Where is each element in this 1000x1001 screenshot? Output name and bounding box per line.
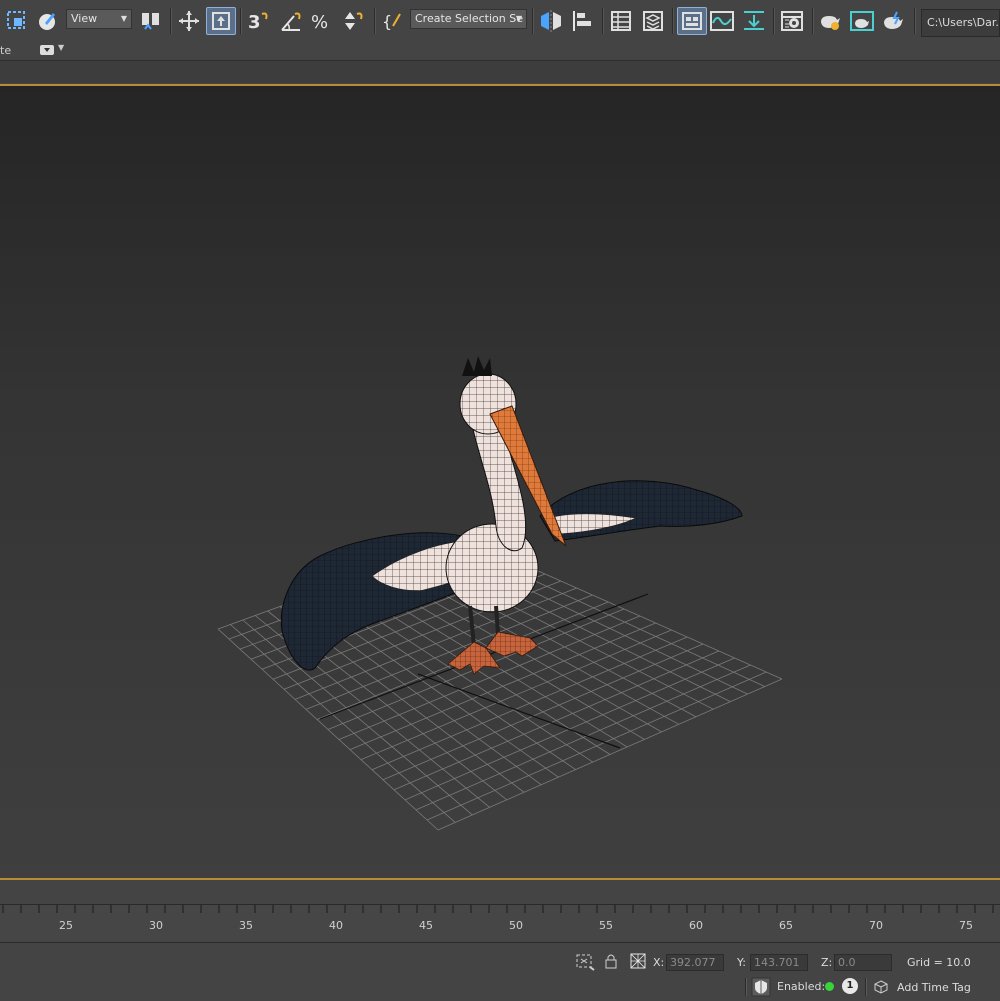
secondary-bar-label: te [0,44,12,57]
grid-line [426,671,767,821]
select-region-icon[interactable] [4,7,30,35]
tick-label: 30 [149,919,163,932]
toolbar-separator [672,8,674,34]
scene-explorer-icon[interactable] [608,7,634,35]
toolbar-separator [773,8,775,34]
z-coord-label: Z: [821,956,833,969]
status-separator [865,978,867,996]
track-bar[interactable]: 25 30 35 40 45 50 55 60 65 70 75 [0,904,1000,941]
toolbar-separator [240,8,242,34]
align-icon[interactable] [570,7,596,35]
toolbar-separator [812,8,814,34]
paint-select-icon[interactable] [34,7,60,35]
selection-set-label: Create Selection Se [415,12,523,25]
y-coord-field[interactable]: 143.701 [750,954,808,971]
tick-label: 60 [689,919,703,932]
lock-icon[interactable] [604,953,618,972]
left-wing [280,532,471,671]
main-toolbar: View ▼ 3 % { Create Selection Se ▼ C:\Us… [0,0,1000,43]
angle-snap-icon[interactable] [278,7,304,35]
z-coord-field[interactable]: 0.0 [834,954,892,971]
render-setup-icon[interactable] [817,7,843,35]
svg-text:%: % [311,12,328,33]
tick-label: 70 [869,919,883,932]
toolbar-separator [602,8,604,34]
tick-label: 45 [419,919,433,932]
status-bar: X: 392.077 Y: 143.701 Z: 0.0 Grid = 10.0… [0,942,1000,1001]
status-separator [745,978,747,996]
rendered-frame-icon[interactable] [849,7,875,35]
toolbar-separator [374,8,376,34]
x-coord-field[interactable]: 392.077 [666,954,724,971]
tick-label: 35 [239,919,253,932]
curve-editor-icon[interactable] [709,7,735,35]
perspective-viewport[interactable] [0,84,1000,880]
svg-text:3: 3 [248,12,261,33]
tick-label: 65 [779,919,793,932]
track-bar-ticks [2,905,994,913]
layer-explorer-icon[interactable] [640,7,666,35]
project-path-text: C:\Users\Dar... [927,16,1000,29]
grid-axis-y [417,673,621,749]
toolbar-separator [532,8,534,34]
enabled-status-dot [825,982,834,991]
isolate-selection-icon[interactable] [575,953,595,974]
view-dropdown-label: View [71,12,98,25]
y-coord-label: Y: [737,956,746,969]
viewport-label-strip [0,60,1000,83]
x-coord-label: X: [653,956,665,969]
dropdown-toggle-icon[interactable] [40,45,54,55]
selection-set-dropdown[interactable]: Create Selection Se ▼ [410,9,527,29]
tick-label: 40 [329,919,343,932]
secondary-bar: te ▼ [0,42,1000,60]
viewport-scene [217,356,783,831]
time-slider-area: 25 30 35 40 45 50 55 60 65 70 75 [0,882,1000,941]
material-editor-icon[interactable] [779,7,805,35]
time-tag-icon[interactable] [874,980,888,997]
select-and-link-icon[interactable] [138,7,164,35]
toolbar-separator [914,8,916,34]
chevron-down-icon[interactable]: ▼ [58,43,64,52]
tick-label: 25 [59,919,73,932]
left-leg [468,605,476,647]
snap-3d-icon[interactable]: 3 [246,7,272,35]
tick-label: 75 [959,919,973,932]
pelican-crest [462,356,492,376]
view-dropdown[interactable]: View ▼ [66,9,132,29]
right-leg [494,605,500,635]
grid-line [437,678,783,831]
absolute-mode-icon[interactable] [630,953,646,972]
spinner-snap-icon[interactable] [341,7,367,35]
project-path-field[interactable]: C:\Users\Dar... [921,9,1000,37]
adaptive-degradation-icon[interactable] [751,977,771,1000]
move-icon[interactable] [176,7,202,35]
grid-size-label: Grid = 10.0 [907,956,971,969]
enabled-label: Enabled: [777,980,826,993]
percent-snap-icon[interactable]: % [310,7,336,35]
notification-badge[interactable]: 1 [842,978,858,994]
ribbon-icon[interactable] [677,7,707,35]
select-object-icon[interactable] [206,7,236,35]
mirror-icon[interactable] [538,7,564,35]
render-icon[interactable] [881,7,907,35]
tick-label: 50 [509,919,523,932]
right-wing [539,480,743,542]
add-time-tag-button[interactable]: Add Time Tag [897,981,971,994]
svg-text:{: { [382,12,392,31]
schematic-view-icon[interactable] [741,7,767,35]
named-selection-icon[interactable]: { [380,7,406,35]
tick-label: 55 [599,919,613,932]
toolbar-separator [170,8,172,34]
